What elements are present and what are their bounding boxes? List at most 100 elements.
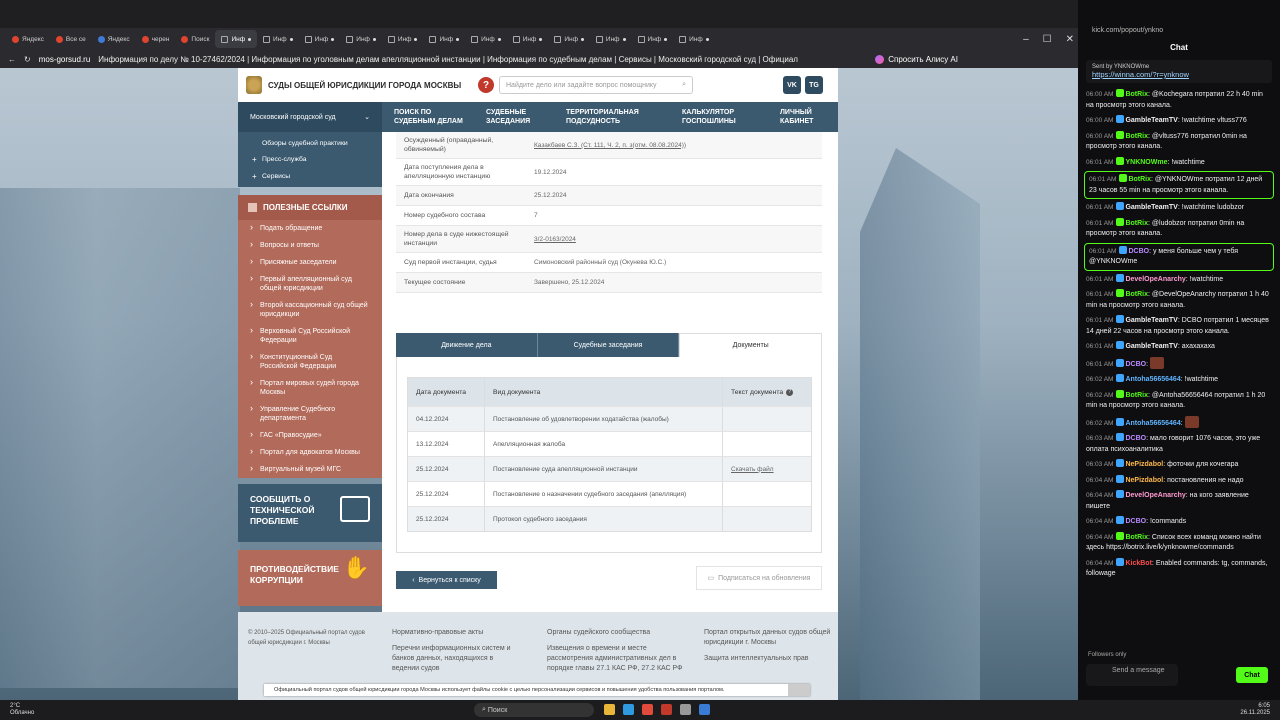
useful-link[interactable]: Виртуальный музей МГС	[238, 461, 382, 478]
browser-tab[interactable]: Инф	[465, 30, 507, 48]
case-info-value[interactable]: Казакбаев С.З. (Ст. 111, Ч. 2, п. з(отм.…	[526, 138, 694, 153]
useful-link[interactable]: Вопросы и ответы	[238, 237, 382, 254]
minimize-icon[interactable]: –	[1023, 34, 1029, 45]
browser-tab[interactable]: Инф	[299, 30, 341, 48]
yandex-icon[interactable]	[642, 704, 653, 715]
nav-cabinet[interactable]: ЛИЧНЫЙ КАБИНЕТ	[768, 108, 836, 126]
edge-icon[interactable]	[623, 704, 634, 715]
chat-username[interactable]: BotRix	[1125, 291, 1148, 298]
browser-tab[interactable]: Инф	[423, 30, 465, 48]
browser-tab[interactable]: Яндекс	[92, 30, 136, 48]
case-info-value[interactable]: 3/2-0163/2024	[526, 232, 584, 247]
weather-widget[interactable]: 2°C Облачно	[10, 703, 34, 717]
download-file-link[interactable]: Скачать файл	[731, 466, 774, 473]
browser-tab[interactable]: Инф	[673, 30, 715, 48]
chat-username[interactable]: KickBot	[1125, 560, 1151, 567]
browser-tab[interactable]: Инф	[215, 30, 258, 48]
footer-link-judicial-community[interactable]: Органы судейского сообщества	[547, 628, 687, 638]
sidebar-item-services[interactable]: + Сервисы	[238, 168, 382, 185]
chat-input[interactable]: Send a message	[1086, 664, 1178, 686]
sidebar-item-press[interactable]: + Пресс-служба	[238, 151, 382, 168]
maximize-icon[interactable]: ☐	[1043, 34, 1052, 45]
chat-username[interactable]: DCBO	[1125, 435, 1146, 442]
useful-link[interactable]: Подать обращение	[238, 220, 382, 237]
chat-username[interactable]: DCBO	[1128, 248, 1149, 255]
browser-tab[interactable]: Все се	[50, 30, 92, 48]
tab-hearings[interactable]: Судебные заседания	[537, 333, 680, 357]
chat-username[interactable]: Antoha56656464	[1125, 376, 1180, 383]
useful-link[interactable]: ГАС «Правосудие»	[238, 427, 382, 444]
useful-link[interactable]: Портал мировых судей города Москвы	[238, 375, 382, 401]
nav-jurisdiction[interactable]: ТЕРРИТОРИАЛЬНАЯ ПОДСУДНОСТЬ	[554, 108, 670, 126]
footer-link-notices[interactable]: Извещения о времени и месте рассмотрения…	[547, 644, 687, 674]
settings-icon[interactable]	[680, 704, 691, 715]
chat-username[interactable]: DCBO	[1125, 518, 1146, 525]
browser-tab[interactable]: Инф	[548, 30, 590, 48]
site-logo[interactable]: Суды общей юрисдикции города Москвы	[238, 76, 468, 94]
useful-link[interactable]: Верховный Суд Российской Федерации	[238, 323, 382, 349]
footer-link-info-systems[interactable]: Перечни информационных систем и банков д…	[392, 644, 522, 674]
useful-link[interactable]: Первый апелляционный суд общей юрисдикци…	[238, 271, 382, 297]
chat-username[interactable]: BotRix	[1125, 91, 1148, 98]
back-icon[interactable]: ←	[8, 55, 16, 64]
chat-username[interactable]: DCBO	[1125, 361, 1146, 368]
cookie-close-icon[interactable]	[788, 684, 810, 696]
clock[interactable]: 6:05 26.11.2025	[1240, 703, 1270, 717]
chat-username[interactable]: GambleTeamTV	[1125, 204, 1177, 211]
chat-username[interactable]: GambleTeamTV	[1125, 343, 1177, 350]
browser-tab[interactable]: Инф	[632, 30, 674, 48]
telegram-icon[interactable]: TG	[805, 76, 823, 94]
chat-username[interactable]: GambleTeamTV	[1125, 117, 1177, 124]
url-domain[interactable]: mos-gorsud.ru	[39, 55, 91, 64]
page-title[interactable]: Информация по делу № 10-27462/2024 | Инф…	[98, 55, 798, 64]
chat-username[interactable]: BotRix	[1125, 392, 1148, 399]
vk-icon[interactable]: VK	[783, 76, 801, 94]
chat-username[interactable]: NePizdabol	[1125, 461, 1163, 468]
chat-username[interactable]: GambleTeamTV	[1125, 317, 1177, 324]
chat-username[interactable]: BotRix	[1125, 534, 1148, 541]
address-bar[interactable]: ← ↻ mos-gorsud.ru Информация по делу № 1…	[0, 50, 1078, 68]
chat-username[interactable]: BotRix	[1125, 133, 1148, 140]
browser-tab[interactable]: Поиск	[175, 30, 215, 48]
chat-username[interactable]: Antoha56656464	[1125, 420, 1180, 427]
browser-tab[interactable]: Инф	[257, 30, 299, 48]
close-icon[interactable]: ✕	[1066, 34, 1074, 45]
reload-icon[interactable]: ↻	[24, 55, 31, 64]
question-icon[interactable]: ?	[786, 388, 794, 396]
anti-corruption-banner[interactable]: ПРОТИВОДЕЙСТВИЕ КОРРУПЦИИ ✋	[238, 550, 382, 606]
telegram-taskbar-icon[interactable]	[699, 704, 710, 715]
sidebar-item-practice[interactable]: Обзоры судебной практики	[238, 136, 382, 151]
useful-link[interactable]: Присяжные заседатели	[238, 254, 382, 271]
subscribe-button[interactable]: ▭ Подписаться на обновления	[696, 566, 822, 590]
chat-username[interactable]: DevelOpeAnarchy	[1125, 492, 1185, 499]
browser-tab[interactable]: Яндекс	[6, 30, 50, 48]
nav-hearings[interactable]: СУДЕБНЫЕ ЗАСЕДАНИЯ	[474, 108, 554, 126]
taskbar-search[interactable]: ⌕ Поиск	[474, 703, 594, 717]
footer-link-normative[interactable]: Нормативно-правовые акты	[392, 628, 522, 638]
nav-case-search[interactable]: ПОИСК ПО СУДЕБНЫМ ДЕЛАМ	[382, 108, 474, 126]
search-icon[interactable]: ⌕	[682, 81, 686, 89]
tab-case-movement[interactable]: Движение дела	[396, 333, 538, 357]
nav-calculator[interactable]: КАЛЬКУЛЯТОР ГОСПОШЛИНЫ	[670, 108, 768, 126]
chat-url[interactable]: kick.com/popout/ynkno	[1078, 20, 1280, 40]
browser-tab[interactable]: Инф	[507, 30, 549, 48]
help-icon[interactable]: ?	[478, 77, 494, 93]
search-input[interactable]: Найдите дело или задайте вопрос помощник…	[499, 76, 693, 94]
explorer-icon[interactable]	[604, 704, 615, 715]
tab-documents[interactable]: Документы	[679, 333, 823, 357]
browser-tab[interactable]: Инф	[340, 30, 382, 48]
chat-username[interactable]: YNKNOWme	[1125, 159, 1167, 166]
footer-link-ip-protection[interactable]: Защита интеллектуальных прав	[704, 654, 832, 664]
browser-tab[interactable]: черен	[136, 30, 176, 48]
court-select[interactable]: Московский городской суд ⌄	[238, 102, 382, 132]
chat-send-button[interactable]: Chat	[1236, 667, 1268, 683]
pinned-link[interactable]: https://winna.com/?r=ynknow	[1092, 70, 1266, 79]
chat-username[interactable]: DevelOpeAnarchy	[1125, 276, 1185, 283]
chat-username[interactable]: BotRix	[1128, 176, 1151, 183]
useful-link[interactable]: Второй кассационный суд общей юрисдикции	[238, 297, 382, 323]
useful-link[interactable]: Портал для адвокатов Москвы	[238, 444, 382, 461]
useful-link[interactable]: Конституционный Суд Российской Федерации	[238, 349, 382, 375]
browser-tab[interactable]: Инф	[590, 30, 632, 48]
app-icon[interactable]	[661, 704, 672, 715]
chat-username[interactable]: BotRix	[1125, 220, 1148, 227]
